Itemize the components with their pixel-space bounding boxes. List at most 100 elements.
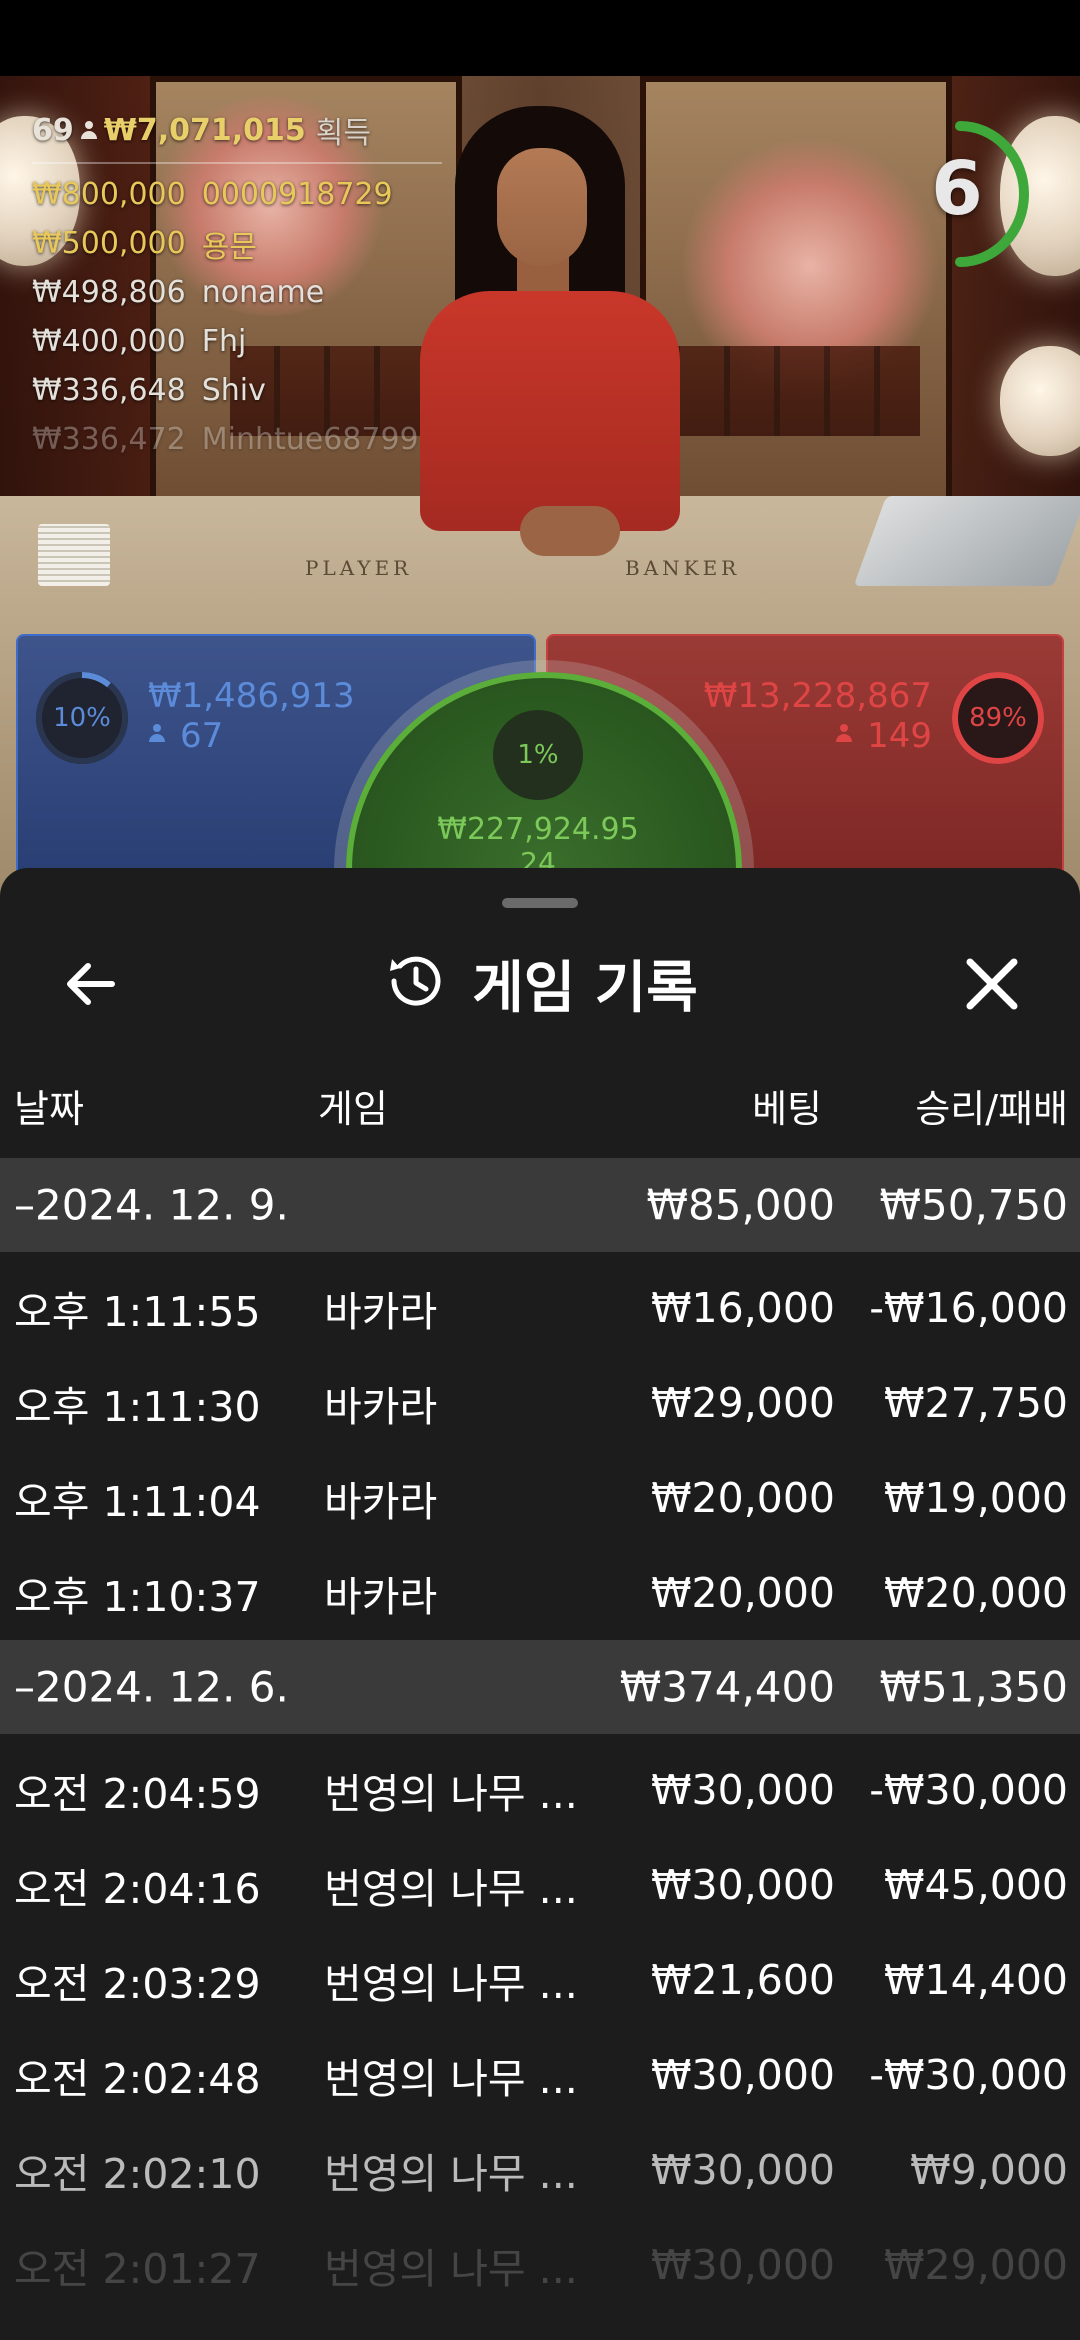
winner-amount: ₩400,000 <box>32 324 186 359</box>
winner-amount: ₩500,000 <box>32 226 186 261</box>
history-row[interactable]: 오전 2:02:10 번영의 나무 ... ₩30,000 ₩9,000 <box>0 2122 1080 2217</box>
dealer-body <box>420 291 680 531</box>
tie-bet-amount: ₩227,924.95 <box>437 812 639 847</box>
row-bet: ₩21,600 <box>651 1955 835 2004</box>
banker-bettor-count: 149 <box>867 716 932 756</box>
row-result: ₩19,000 <box>884 1473 1068 1522</box>
row-time: 오전 2:04:16 <box>14 1864 261 1913</box>
person-icon <box>80 121 98 139</box>
row-time: 오전 2:01:27 <box>14 2244 261 2293</box>
row-result: ₩14,400 <box>884 1955 1068 2004</box>
group-date: –2024. 12. 6. <box>14 1662 289 1712</box>
row-bet: ₩16,000 <box>651 1283 835 1332</box>
history-row[interactable]: 오후 1:11:55 바카라 ₩16,000 -₩16,000 <box>0 1260 1080 1355</box>
row-game: 바카라 <box>324 1572 438 1621</box>
history-row[interactable]: 오전 2:04:59 번영의 나무 ... ₩30,000 -₩30,000 <box>0 1742 1080 1837</box>
group-bet-total: ₩374,400 <box>619 1662 835 1712</box>
sheet-drag-handle[interactable] <box>502 898 578 908</box>
column-result: 승리/패배 <box>915 1087 1068 1131</box>
row-bet: ₩30,000 <box>651 2240 835 2289</box>
row-time: 오전 2:03:29 <box>14 1959 261 2008</box>
row-time: 오전 2:02:10 <box>14 2149 261 2198</box>
group-bet-total: ₩85,000 <box>646 1180 836 1230</box>
divider <box>32 162 442 164</box>
winner-name: 0000918729 <box>201 177 393 212</box>
progress-arc <box>81 672 111 688</box>
leaderboard-row: ₩336,472 Minhtue68799 <box>32 415 442 464</box>
history-clock-icon <box>382 949 446 1017</box>
row-time: 오후 1:10:37 <box>14 1572 261 1621</box>
leaderboard-row: ₩498,806 noname <box>32 268 442 317</box>
history-row[interactable]: 오전 2:04:16 번영의 나무 ... ₩30,000 ₩45,000 <box>0 1837 1080 1932</box>
arrow-left-icon <box>67 963 115 1005</box>
row-bet: ₩30,000 <box>651 1860 835 1909</box>
player-bettor-count: 67 <box>180 716 224 756</box>
row-game: 번영의 나무 ... <box>324 1959 578 2008</box>
winner-name: Shiv <box>201 373 266 408</box>
sheet-title: 게임 기록 <box>472 955 698 1021</box>
row-bet: ₩20,000 <box>651 1568 835 1617</box>
group-result-total: ₩50,750 <box>879 1180 1069 1230</box>
table-label-banker: BANKER <box>625 556 741 580</box>
row-time: 오후 1:11:04 <box>14 1477 261 1526</box>
leaderboard-row: ₩500,000 용문 <box>32 219 442 268</box>
group-date: –2024. 12. 9. <box>14 1180 289 1230</box>
close-button[interactable] <box>950 942 1034 1026</box>
players-count: 69 <box>32 112 74 148</box>
row-game: 번영의 나무 ... <box>324 2054 578 2103</box>
history-row[interactable]: 오후 1:10:37 바카라 ₩20,000 ₩20,000 <box>0 1545 1080 1640</box>
winner-name: Minhtue68799 <box>201 422 419 457</box>
person-icon <box>835 724 859 748</box>
player-percent-ring: 10% <box>36 672 128 764</box>
column-game: 게임 <box>318 1087 388 1131</box>
row-bet: ₩29,000 <box>651 1378 835 1427</box>
column-date: 날짜 <box>14 1087 84 1131</box>
total-won: ₩7,071,015 <box>103 112 306 148</box>
history-row[interactable]: 오전 2:02:48 번영의 나무 ... ₩30,000 -₩30,000 <box>0 2027 1080 2122</box>
countdown-timer: 6 <box>920 120 1032 268</box>
winner-name: 용문 <box>201 229 257 265</box>
row-result: -₩30,000 <box>869 2050 1068 2099</box>
row-result: ₩9,000 <box>910 2145 1068 2194</box>
lantern <box>1000 346 1080 456</box>
date-group-header[interactable]: –2024. 12. 6. ₩374,400 ₩51,350 <box>0 1640 1080 1734</box>
back-button[interactable] <box>50 942 134 1026</box>
row-result: ₩45,000 <box>884 1860 1068 1909</box>
row-time: 오전 2:04:59 <box>14 1769 261 1818</box>
game-history-sheet: 게임 기록 날짜 게임 베팅 승리/패배 –2024. 12. 9. ₩85,0… <box>0 868 1080 2340</box>
banker-bettors: 149 <box>835 716 932 756</box>
winners-leaderboard: 69 ₩7,071,015 획득 ₩800,000 0000918729 ₩500… <box>32 108 442 464</box>
timer-seconds: 6 <box>931 146 983 232</box>
won-label: 획득 <box>315 116 371 151</box>
person-icon <box>148 724 172 748</box>
dealer-face <box>497 148 587 266</box>
banker-percent: 89% <box>969 703 1027 733</box>
row-result: ₩29,000 <box>884 2240 1068 2289</box>
sheet-header: 게임 기록 <box>0 928 1080 1038</box>
history-row[interactable]: 오후 1:11:30 바카라 ₩29,000 ₩27,750 <box>0 1355 1080 1450</box>
column-bet: 베팅 <box>752 1087 822 1131</box>
date-group-header[interactable]: –2024. 12. 9. ₩85,000 ₩50,750 <box>0 1158 1080 1252</box>
row-game: 바카라 <box>324 1477 438 1526</box>
group-result-total: ₩51,350 <box>879 1662 1069 1712</box>
row-bet: ₩30,000 <box>651 1765 835 1814</box>
row-time: 오전 2:02:48 <box>14 2054 261 2103</box>
winner-name: Fhj <box>201 324 247 359</box>
row-result: ₩20,000 <box>884 1568 1068 1617</box>
row-game: 번영의 나무 ... <box>324 1769 578 1818</box>
row-bet: ₩30,000 <box>651 2145 835 2194</box>
row-time: 오후 1:11:55 <box>14 1287 261 1336</box>
winner-amount: ₩336,472 <box>32 422 186 457</box>
history-row[interactable]: 오전 2:01:27 번영의 나무 ... ₩30,000 ₩29,000 <box>0 2217 1080 2312</box>
winner-amount: ₩800,000 <box>32 177 186 212</box>
row-bet: ₩20,000 <box>651 1473 835 1522</box>
close-icon <box>966 958 1018 1010</box>
dealer-hands <box>520 506 620 556</box>
player-bet-amount: ₩1,486,913 <box>148 676 355 716</box>
history-row[interactable]: 오전 2:03:29 번영의 나무 ... ₩21,600 ₩14,400 <box>0 1932 1080 2027</box>
history-row[interactable]: 오후 1:11:04 바카라 ₩20,000 ₩19,000 <box>0 1450 1080 1545</box>
row-bet: ₩30,000 <box>651 2050 835 2099</box>
banker-bet-amount: ₩13,228,867 <box>703 676 932 716</box>
row-result: -₩16,000 <box>869 1283 1068 1332</box>
row-game: 번영의 나무 ... <box>324 1864 578 1913</box>
